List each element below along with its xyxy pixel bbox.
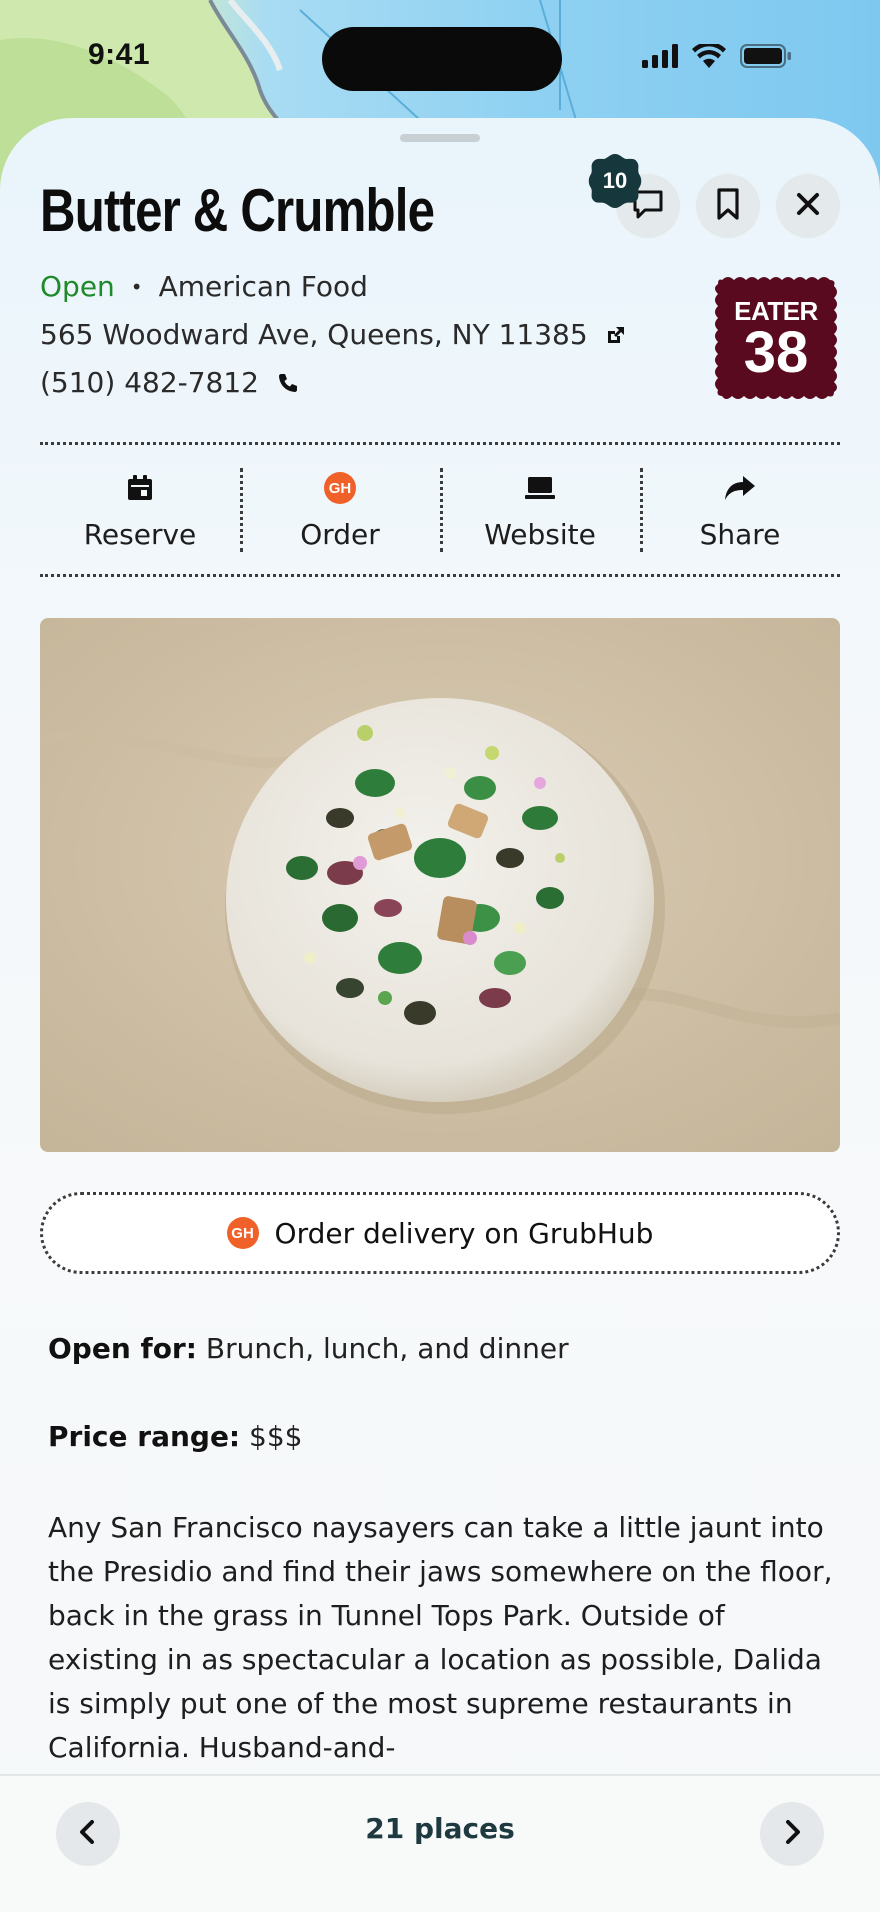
price-range-line: Price range: $$$: [48, 1420, 303, 1453]
comment-count: 10: [602, 168, 628, 193]
open-for-line: Open for: Brunch, lunch, and dinner: [48, 1332, 569, 1365]
bookmark-button[interactable]: [696, 174, 760, 238]
order-delivery-grubhub-button[interactable]: GH Order delivery on GrubHub: [40, 1192, 840, 1274]
close-button[interactable]: [776, 174, 840, 238]
open-status: Open: [40, 270, 115, 303]
phone-number: (510) 482-7812: [40, 366, 259, 399]
cellular-signal-icon: [642, 44, 678, 72]
order-button[interactable]: GH Order: [240, 468, 440, 560]
previous-place-button[interactable]: [56, 1802, 120, 1866]
address-link[interactable]: 565 Woodward Ave, Queens, NY 11385: [40, 318, 626, 351]
chevron-left-icon: [77, 1819, 99, 1849]
eater-38-badge[interactable]: EATER 38: [712, 274, 840, 402]
status-cuisine-line: Open • American Food: [40, 270, 368, 303]
battery-icon: [740, 44, 792, 72]
grubhub-logo: GH: [324, 472, 356, 504]
phone-icon: [277, 372, 299, 394]
divider: [40, 442, 840, 445]
order-label: Order: [300, 518, 380, 551]
address: 565 Woodward Ave, Queens, NY 11385: [40, 318, 588, 351]
grubhub-icon: GH: [324, 468, 356, 508]
place-detail-sheet: Butter & Crumble 10 Open • American Food…: [0, 118, 880, 1912]
price-range-label: Price range:: [48, 1420, 241, 1453]
place-title: Butter & Crumble: [40, 177, 435, 244]
share-button[interactable]: Share: [640, 468, 840, 560]
close-icon: [795, 191, 821, 221]
next-place-button[interactable]: [760, 1802, 824, 1866]
dynamic-island: [322, 27, 562, 91]
open-for-label: Open for:: [48, 1332, 197, 1365]
separator-dot: •: [130, 274, 143, 299]
wifi-icon: [692, 41, 726, 72]
system-icons: [642, 41, 792, 72]
comment-count-badge: 10: [586, 152, 644, 210]
share-label: Share: [699, 518, 781, 551]
price-range-value: $$$: [249, 1420, 303, 1453]
grubhub-icon: GH: [226, 1217, 259, 1249]
grubhub-cta-label: Order delivery on GrubHub: [274, 1216, 654, 1250]
external-link-icon: [606, 325, 626, 345]
status-bar: 9:41: [0, 0, 880, 118]
bookmark-icon: [714, 187, 742, 225]
laptop-icon: [523, 468, 557, 508]
website-label: Website: [484, 518, 596, 551]
chevron-right-icon: [781, 1819, 803, 1849]
eater-number: 38: [743, 320, 809, 385]
cuisine: American Food: [158, 270, 368, 303]
place-photo[interactable]: [40, 618, 840, 1152]
website-button[interactable]: Website: [440, 468, 640, 560]
places-count: 21 places: [365, 1812, 515, 1845]
divider: [40, 574, 840, 577]
place-description: Any San Francisco naysayers can take a l…: [48, 1511, 833, 1764]
calendar-icon: [125, 468, 155, 508]
sheet-grabber[interactable]: [400, 134, 480, 142]
share-icon: [723, 468, 757, 508]
reserve-label: Reserve: [83, 518, 197, 551]
open-for-value: Brunch, lunch, and dinner: [205, 1332, 569, 1365]
phone-link[interactable]: (510) 482-7812: [40, 366, 299, 399]
reserve-button[interactable]: Reserve: [40, 468, 240, 560]
status-time: 9:41: [88, 38, 151, 71]
